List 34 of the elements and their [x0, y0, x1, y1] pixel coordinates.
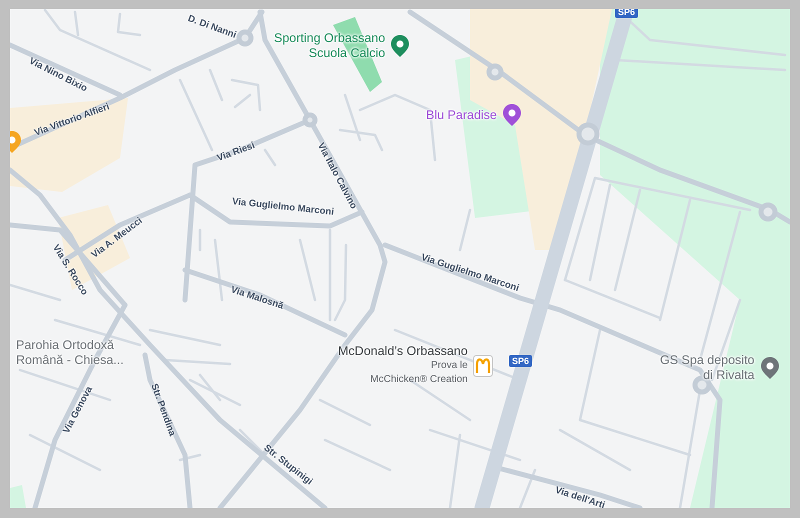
side-street: [164, 358, 232, 366]
place-label[interactable]: Parohia Ortodoxă Română - Chiesa...: [16, 338, 124, 368]
route-shield: SP6: [615, 9, 638, 18]
side-street: [318, 398, 372, 426]
arches-logo-icon[interactable]: [472, 354, 493, 376]
roundabout: [236, 30, 254, 46]
roundabout: [486, 64, 504, 80]
side-street: [298, 238, 316, 302]
street-label: Via Vittorio Alfieri: [33, 101, 111, 139]
map-pin-icon[interactable]: [502, 104, 521, 126]
place-label[interactable]: GS Spa deposito di Rivalta: [660, 353, 755, 383]
street-label: Via Guglielmo Marconi: [232, 196, 334, 218]
side-street: [178, 454, 202, 462]
side-street: [214, 238, 224, 302]
place-description: Prova le McChicken® Creation: [370, 359, 468, 387]
side-street: [458, 208, 472, 252]
place-label[interactable]: McDonald’s Orbassano: [338, 344, 468, 359]
route-shield: SP6: [509, 355, 532, 367]
map-pin-icon[interactable]: [760, 357, 779, 379]
street-label: Via Riesi: [216, 140, 256, 164]
roundabout: [302, 112, 318, 128]
side-street: [264, 148, 276, 166]
side-street: [518, 468, 536, 508]
map-pin-icon[interactable]: [391, 35, 410, 57]
side-street: [10, 284, 62, 302]
side-street: [198, 228, 202, 252]
street-label: Via dell'Arti: [554, 484, 606, 508]
street-label: D. Di Nanni: [186, 13, 238, 41]
roundabout: [758, 202, 778, 222]
roundabout: [576, 122, 600, 146]
place-label[interactable]: Blu Paradise: [426, 108, 497, 122]
street-label: Via Nino Bixio: [27, 56, 89, 94]
park-area: [10, 485, 26, 508]
side-street: [324, 438, 392, 472]
